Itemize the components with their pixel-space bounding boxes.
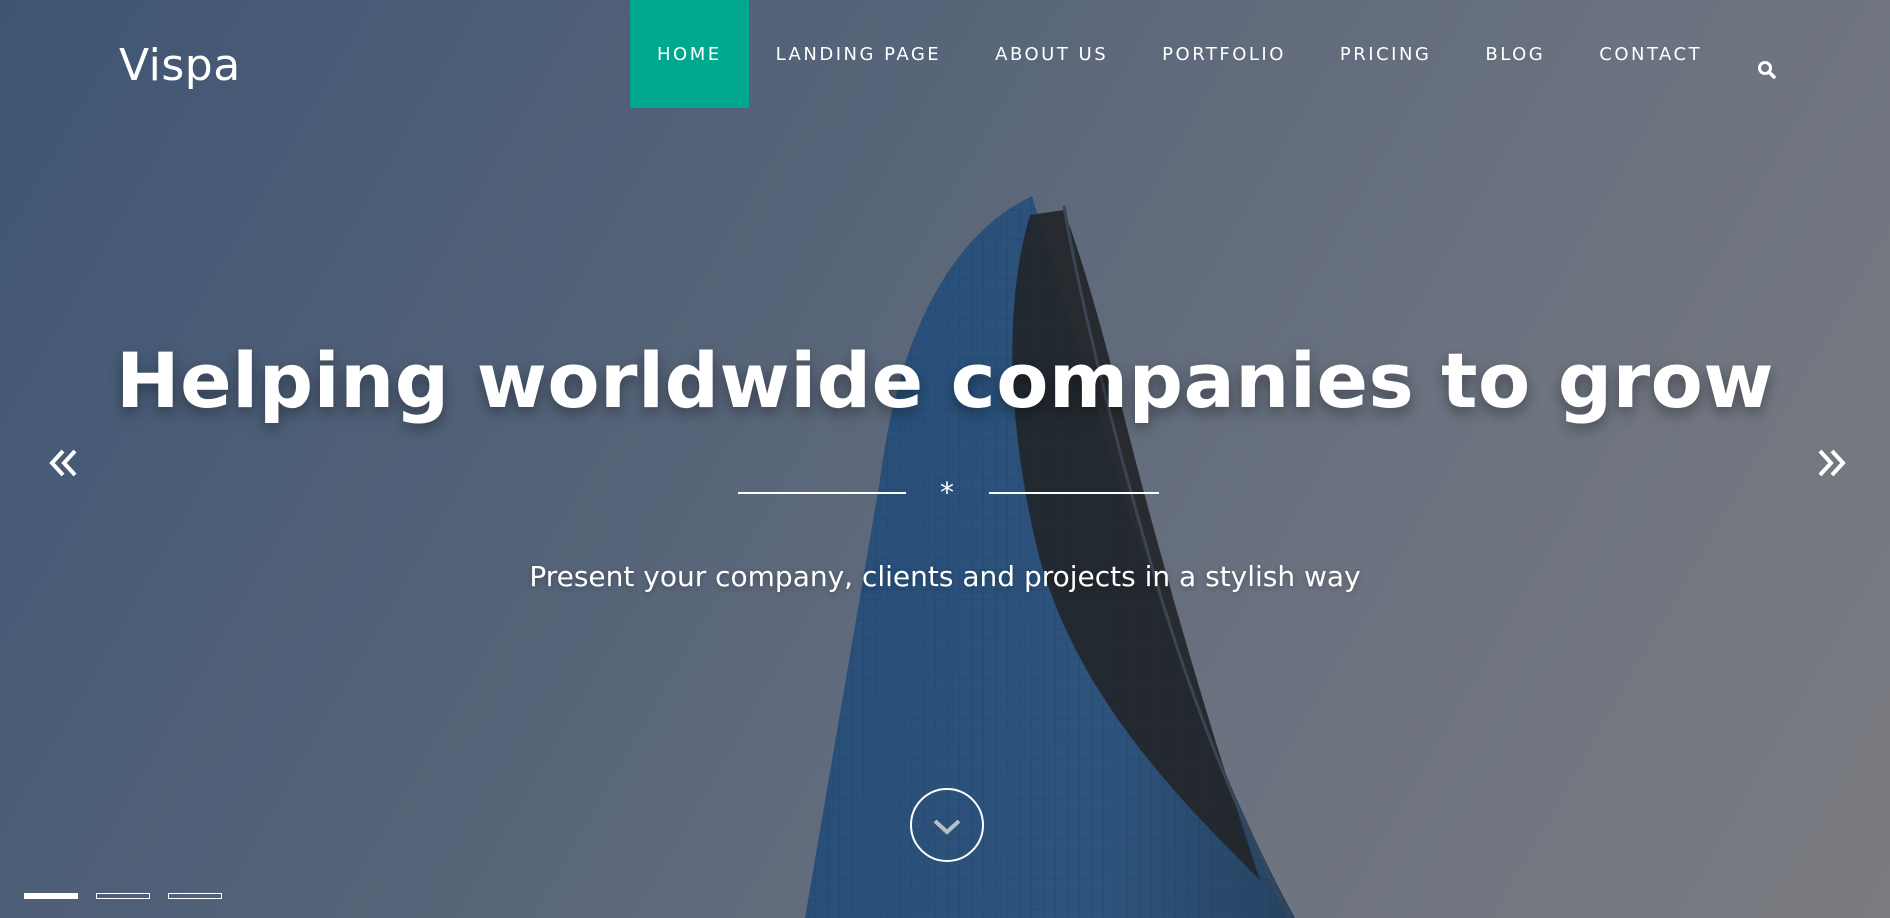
- scroll-down-button[interactable]: [910, 788, 984, 862]
- slide-indicator-2[interactable]: [96, 893, 150, 899]
- nav-item-portfolio[interactable]: PORTFOLIO: [1135, 0, 1313, 108]
- search-icon[interactable]: [1757, 60, 1777, 80]
- hero-background-image: [805, 196, 1295, 918]
- slide-indicators: [24, 893, 222, 899]
- nav-item-landing-page[interactable]: LANDING PAGE: [749, 0, 969, 108]
- hero-headline: Helping worldwide companies to grow: [116, 336, 1774, 425]
- nav-item-blog[interactable]: BLOG: [1458, 0, 1572, 108]
- divider-line-left: [738, 492, 906, 494]
- double-chevron-left-icon[interactable]: [48, 448, 80, 478]
- slide-indicator-3[interactable]: [168, 893, 222, 899]
- nav-item-about-us[interactable]: ABOUT US: [968, 0, 1135, 108]
- chevron-down-icon: [933, 819, 961, 835]
- slide-indicator-1[interactable]: [24, 893, 78, 899]
- double-chevron-right-icon[interactable]: [1815, 448, 1847, 478]
- hero-slider: Vispa HOME LANDING PAGE ABOUT US PORTFOL…: [0, 0, 1890, 918]
- divider-star: *: [940, 476, 954, 509]
- divider-line-right: [989, 492, 1159, 494]
- main-nav: HOME LANDING PAGE ABOUT US PORTFOLIO PRI…: [630, 0, 1729, 108]
- nav-item-contact[interactable]: CONTACT: [1572, 0, 1729, 108]
- nav-item-pricing[interactable]: PRICING: [1313, 0, 1458, 108]
- site-logo[interactable]: Vispa: [119, 40, 241, 91]
- nav-item-home[interactable]: HOME: [630, 0, 749, 108]
- hero-subtitle: Present your company, clients and projec…: [529, 560, 1361, 593]
